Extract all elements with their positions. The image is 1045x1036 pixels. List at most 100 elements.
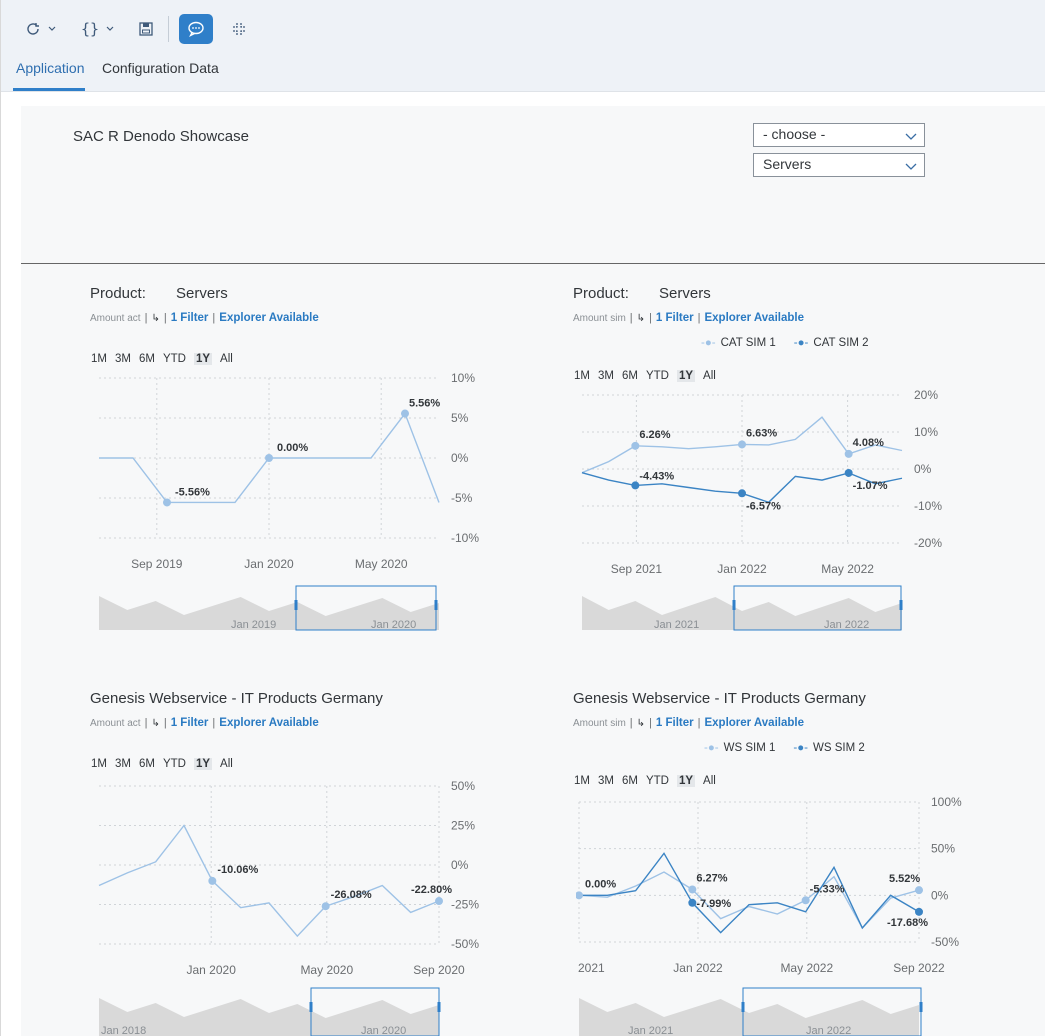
navigator-handle: [741, 1002, 745, 1012]
navigator-label: Jan 2021: [654, 619, 699, 631]
range-selector: 1M 3M 6M YTD 1Y All: [574, 775, 716, 787]
y-tick-label: -20%: [914, 536, 942, 550]
data-point: [321, 902, 330, 911]
product-dropdown[interactable]: Servers: [753, 153, 925, 177]
navigator-handle: [919, 1002, 923, 1012]
legend-item[interactable]: -●- WS SIM 2: [793, 742, 864, 754]
widget-title: Product: Servers: [90, 285, 228, 302]
legend-item[interactable]: -●- WS SIM 1: [704, 742, 775, 754]
line-chart[interactable]: 20% 10% 0% -10% -20% Sep 2021 Jan 2022 May 2022…: [579, 385, 969, 640]
choose-dropdown[interactable]: - choose -: [753, 123, 925, 147]
range-6m[interactable]: 6M: [139, 758, 155, 770]
x-tick-label: Sep 2019: [131, 557, 183, 571]
explorer-link[interactable]: Explorer Available: [219, 312, 319, 324]
script-icon[interactable]: {}: [79, 14, 101, 44]
range-ytd[interactable]: YTD: [163, 758, 186, 770]
range-ytd[interactable]: YTD: [646, 370, 669, 382]
x-tick-label: May 2020: [300, 963, 353, 977]
navigator-label: Jan 2022: [824, 619, 869, 631]
y-tick-label: -50%: [931, 935, 959, 949]
range-1y[interactable]: 1Y: [676, 775, 696, 787]
range-3m[interactable]: 3M: [598, 370, 614, 382]
range-selector: 1M 3M 6M YTD 1Y All: [91, 758, 233, 770]
data-point: [688, 885, 697, 894]
range-6m[interactable]: 6M: [139, 353, 155, 365]
active-tab-indicator: [13, 88, 85, 91]
explorer-link[interactable]: Explorer Available: [704, 717, 804, 729]
measure-label: Amount act: [90, 717, 141, 729]
x-tick-label: May 2020: [355, 557, 408, 571]
range-1y[interactable]: 1Y: [193, 353, 213, 365]
range-all[interactable]: All: [220, 758, 233, 770]
refresh-icon[interactable]: [21, 14, 45, 44]
title-value: Servers: [659, 285, 711, 302]
data-label: -1.07%: [853, 480, 888, 492]
range-all[interactable]: All: [703, 775, 716, 787]
data-label: -26.08%: [331, 889, 372, 901]
legend-item[interactable]: -●- CAT SIM 1: [701, 337, 776, 349]
data-point: [435, 897, 443, 906]
range-1m[interactable]: 1M: [574, 370, 590, 382]
x-tick-label: Jan 2022: [673, 961, 723, 975]
range-6m[interactable]: 6M: [622, 370, 638, 382]
filter-link[interactable]: 1 Filter: [171, 312, 209, 324]
explorer-link[interactable]: Explorer Available: [704, 312, 804, 324]
comment-icon[interactable]: [179, 14, 213, 44]
chevron-down-icon: [905, 163, 917, 170]
y-tick-label: 50%: [451, 779, 475, 793]
explorer-link[interactable]: Explorer Available: [219, 717, 319, 729]
range-6m[interactable]: 6M: [622, 775, 638, 787]
data-label: 0.00%: [277, 442, 308, 454]
data-point: [844, 468, 853, 477]
chevron-down-icon: [905, 133, 917, 140]
legend-label: WS SIM 1: [723, 742, 776, 754]
data-point: [844, 449, 853, 458]
hierarchy-icon: ↳: [151, 717, 160, 729]
chevron-down-icon[interactable]: [45, 14, 59, 44]
data-point: [801, 896, 810, 905]
range-3m[interactable]: 3M: [598, 775, 614, 787]
data-label: 4.08%: [853, 437, 884, 449]
range-3m[interactable]: 3M: [115, 353, 131, 365]
y-tick-label: 0%: [931, 888, 949, 902]
range-1m[interactable]: 1M: [574, 775, 590, 787]
collapse-icon[interactable]: [227, 14, 251, 44]
data-label: 5.52%: [889, 873, 920, 885]
data-label: -5.33%: [810, 883, 845, 895]
measure-label: Amount act: [90, 312, 141, 324]
range-ytd[interactable]: YTD: [163, 353, 186, 365]
range-1y[interactable]: 1Y: [193, 758, 213, 770]
filter-link[interactable]: 1 Filter: [656, 717, 694, 729]
range-all[interactable]: All: [220, 353, 233, 365]
navigator-label: Jan 2020: [361, 1025, 406, 1036]
navigator-label: Jan 2021: [628, 1025, 673, 1036]
tab-configuration-data[interactable]: Configuration Data: [102, 60, 219, 76]
navigator-label: Jan 2022: [806, 1025, 851, 1036]
legend-item[interactable]: -●- CAT SIM 2: [794, 337, 869, 349]
chevron-down-icon[interactable]: [103, 14, 117, 44]
application-window: {} Application Configuration Data SAC R …: [0, 0, 1045, 1036]
filter-link[interactable]: 1 Filter: [656, 312, 694, 324]
y-tick-label: 5%: [451, 411, 469, 425]
x-tick-label: Jan 2020: [244, 557, 294, 571]
range-1m[interactable]: 1M: [91, 758, 107, 770]
range-1y[interactable]: 1Y: [676, 370, 696, 382]
data-point: [915, 886, 923, 895]
line-chart[interactable]: 10% 5% 0% -5% -10% Sep 2019 Jan 2020 May 2020 -5…: [96, 368, 481, 638]
save-icon[interactable]: [135, 14, 157, 44]
filter-link[interactable]: 1 Filter: [171, 717, 209, 729]
legend-label: WS SIM 2: [812, 742, 865, 754]
range-all[interactable]: All: [703, 370, 716, 382]
data-label: 6.27%: [696, 872, 727, 884]
tab-application[interactable]: Application: [16, 60, 85, 76]
y-tick-label: -10%: [914, 499, 942, 513]
hierarchy-icon: ↳: [636, 312, 646, 324]
series-line: [578, 871, 920, 930]
line-chart[interactable]: 50% 25% 0% -25% -50% Jan 2020 May 2020 Sep 2020…: [96, 772, 481, 1036]
line-chart[interactable]: 100% 50% 0% -50% Sep 2021 Jan 2022 May 2022 Sep…: [576, 790, 976, 1036]
y-tick-label: 10%: [451, 371, 475, 385]
range-ytd[interactable]: YTD: [646, 775, 669, 787]
range-3m[interactable]: 3M: [115, 758, 131, 770]
range-1m[interactable]: 1M: [91, 353, 107, 365]
data-label: -7.99%: [696, 898, 731, 910]
